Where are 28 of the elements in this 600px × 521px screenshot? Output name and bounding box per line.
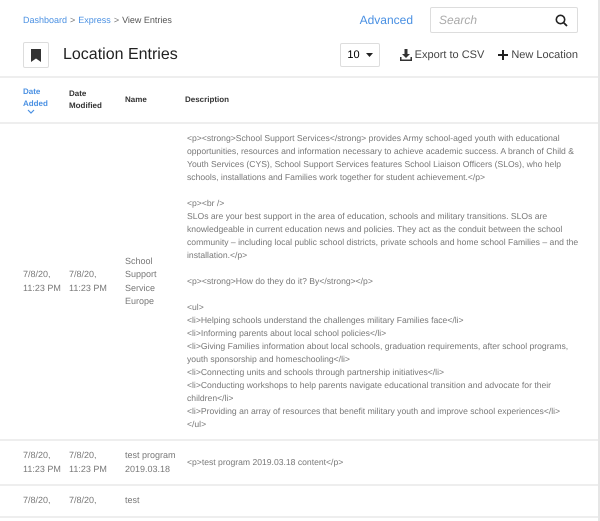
sort-chevron-icon[interactable] (27, 109, 35, 114)
column-header[interactable]: Description (185, 94, 230, 106)
column-header[interactable]: Date Modified (69, 88, 117, 112)
table-cell: 7/8/20, 11:23 PM (23, 269, 61, 292)
breadcrumb-separator: > (114, 15, 120, 25)
table-cell-text: <p><strong>School Support Services</strong> provides Army school-aged youth with educational opportunities, resources and information necessary to achieve academic success. A branch of Child & Youth Services (CYS), School Support Services features School Liaison Officers (SLOs), who help schools, installations and Families work together for student achievement.</p> <p><br /> SLOs are your best support in the area of education, schools and military transitions. SLOs are knowledgeable in current education news and policies. They act as the conduit between the school community – including local public school districts, private schools and home school Families – and the installation.</p> <p><strong>How do they do it? By</strong></p> <ul> <li>Helping schools understand the challenges military Families face</li> <li>Informing parents about local school policies</li> <li>Giving Families information about local schools, graduation requirements, after school programs, youth sponsorship and homeschooling</li> <li>Connecting units and schools through partnership initiatives</li> <li>Conducting workshops to help parents navigate educational transition and advocate for their children</li> <li>Providing an array of resources that benefit military youth and improve school experiences</li> </ul> (187, 132, 580, 431)
search-icon[interactable] (555, 14, 568, 27)
breadcrumb-separator: > (70, 15, 76, 25)
table-cell: School Support Service Europe (125, 256, 157, 306)
table-cell-text: <p>test program 2019.03.18 content</p> (187, 456, 344, 469)
export-csv-button[interactable]: Export to CSV (400, 49, 484, 61)
table-cell: 7/8/20, 11:23 PM (23, 450, 61, 474)
table-cell: 7/8/20, 11:23 PM (69, 450, 107, 474)
caret-icon (366, 53, 373, 57)
table-cell: test (125, 495, 140, 505)
page-title: Location Entries (63, 46, 178, 64)
download-icon (400, 49, 412, 61)
breadcrumb-current: View Entries (122, 15, 172, 25)
search-field[interactable]: Search (430, 7, 578, 33)
new-location-button[interactable]: New Location (498, 49, 578, 61)
table-cell: 7/8/20, (69, 495, 97, 505)
table-cell: 7/8/20, 11:23 PM (69, 269, 107, 292)
table-cell: 7/8/20, (23, 495, 51, 505)
table-cell: test program 2019.03.18 (125, 450, 176, 474)
plus-icon (498, 50, 508, 60)
page-size-dropdown[interactable]: 10 (340, 43, 380, 67)
bookmark-icon (23, 42, 49, 68)
column-header[interactable]: Name (125, 94, 147, 106)
